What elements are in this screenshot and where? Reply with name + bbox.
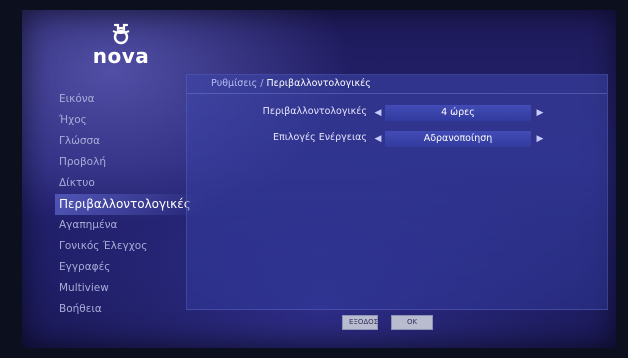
setting-value-selector[interactable]: 4 ώρες: [385, 105, 531, 121]
action-buttons: ΕΞΟΔΟΣ OK: [342, 315, 441, 331]
breadcrumb-current: Περιβαλλοντολογικές: [266, 78, 371, 89]
nova-logo: nova: [86, 22, 156, 74]
setting-row-power-options: Επιλογές Ενέργειας ◀ Αδρανοποίηση ▶: [187, 131, 607, 147]
settings-screen: nova Εικόνα Ήχος Γλώσσα Προβολή Δίκτυο Π…: [22, 10, 616, 348]
sidebar-item-multiview[interactable]: Multiview: [55, 278, 205, 299]
sidebar-item-picture[interactable]: Εικόνα: [55, 89, 205, 110]
sidebar-item-display[interactable]: Προβολή: [55, 152, 205, 173]
settings-panel: Ρυθμίσεις / Περιβαλλοντολογικές Περιβαλλ…: [186, 74, 608, 310]
setting-label: Περιβαλλοντολογικές: [262, 106, 367, 117]
chevron-left-icon[interactable]: ◀: [371, 105, 385, 121]
breadcrumb-divider: [187, 93, 607, 94]
chevron-right-icon[interactable]: ▶: [533, 131, 547, 147]
sidebar-item-help[interactable]: Βοήθεια: [55, 299, 205, 320]
exit-button[interactable]: ΕΞΟΔΟΣ: [342, 315, 378, 330]
sidebar-item-sound[interactable]: Ήχος: [55, 110, 205, 131]
tv-bezel: nova Εικόνα Ήχος Γλώσσα Προβολή Δίκτυο Π…: [0, 0, 628, 358]
settings-sidebar: Εικόνα Ήχος Γλώσσα Προβολή Δίκτυο Περιβα…: [55, 89, 205, 320]
setting-label: Επιλογές Ενέργειας: [272, 132, 367, 143]
sidebar-item-recordings[interactable]: Εγγραφές: [55, 257, 205, 278]
breadcrumb-separator: /: [257, 78, 267, 89]
breadcrumb-parent[interactable]: Ρυθμίσεις: [211, 78, 257, 89]
sidebar-item-environmental[interactable]: Περιβαλλοντολογικές: [55, 194, 205, 215]
nova-logo-icon: [112, 23, 130, 45]
sidebar-item-network[interactable]: Δίκτυο: [55, 173, 205, 194]
sidebar-item-language[interactable]: Γλώσσα: [55, 131, 205, 152]
setting-value-selector[interactable]: Αδρανοποίηση: [385, 131, 531, 147]
chevron-left-icon[interactable]: ◀: [371, 131, 385, 147]
logo-text: nova: [92, 44, 150, 68]
ok-button[interactable]: OK: [391, 315, 434, 330]
chevron-right-icon[interactable]: ▶: [533, 105, 547, 121]
breadcrumb: Ρυθμίσεις / Περιβαλλοντολογικές: [211, 78, 371, 89]
sidebar-item-favorites[interactable]: Αγαπημένα: [55, 215, 205, 236]
setting-row-environmental: Περιβαλλοντολογικές ◀ 4 ώρες ▶: [187, 105, 607, 121]
sidebar-item-parental-control[interactable]: Γονικός Έλεγχος: [55, 236, 205, 257]
